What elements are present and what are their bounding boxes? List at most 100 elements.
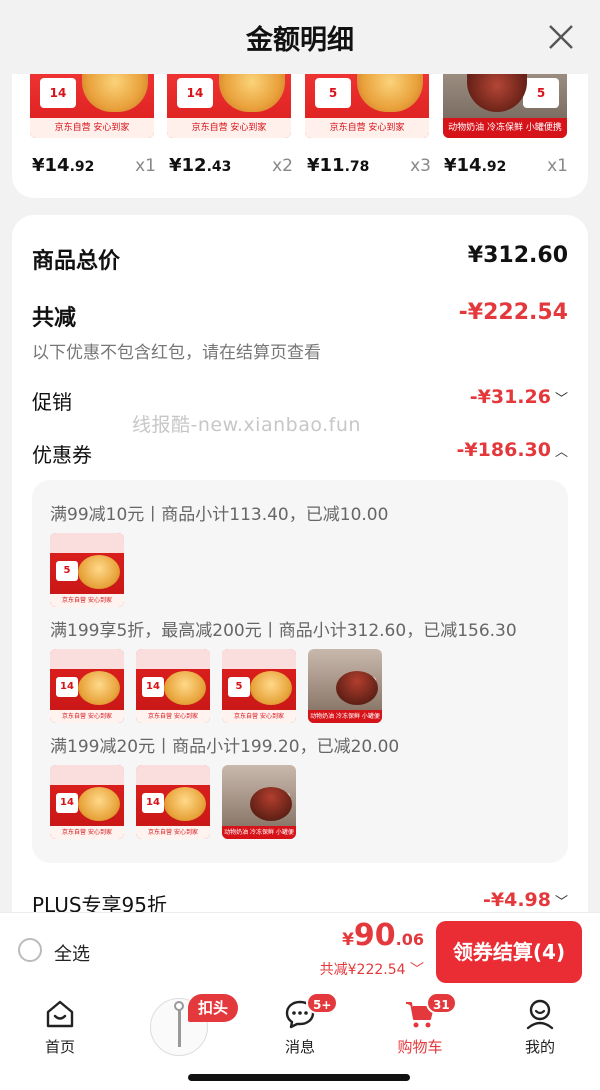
thumb-price-tag: 14: [142, 793, 164, 813]
coupon-line: 满199减20元丨商品小计199.20，已减20.00: [50, 737, 400, 757]
chevron-up-icon: ︿: [554, 445, 568, 460]
pastry-image: [219, 74, 285, 112]
coupon-product-thumb[interactable]: 14 京东自营 安心到家: [50, 765, 124, 839]
tab-home[interactable]: 首页: [0, 990, 120, 1070]
coupon-product-thumb[interactable]: 14 京东自营 安心到家: [136, 765, 210, 839]
pizza-image: [78, 555, 120, 589]
tab-label: 首页: [44, 1038, 75, 1056]
home-icon: [46, 1000, 74, 1028]
pizza-image: [357, 74, 423, 112]
product-price: ¥14.92: [32, 155, 95, 176]
thumb-price-tag: 14: [177, 78, 213, 108]
egg-tart-image: [78, 671, 120, 705]
header: 金额明细: [0, 0, 600, 74]
egg-tart-image: [82, 74, 148, 112]
product-strip: 14 京东自营 安心到家 14 京东自营 安心到家 5 京东自营 安心到家 5 …: [12, 74, 588, 198]
thumb-price-tag: 14: [142, 677, 164, 697]
checkout-button[interactable]: 领券结算(4): [436, 921, 582, 983]
thumb-strip: 动物奶油 冷冻保鲜 小罐便携: [308, 710, 382, 723]
pin-badge: 扣头: [188, 994, 239, 1022]
coupon-amount: -¥186.30 ︿: [456, 439, 568, 461]
chevron-down-icon: ﹀: [554, 895, 568, 910]
promo-label: 促销: [32, 390, 72, 414]
product-thumbnail[interactable]: 14 京东自营 安心到家: [30, 74, 154, 138]
plus-amount: -¥4.98 ﹀: [483, 889, 568, 911]
thumb-price-tag: 5: [228, 677, 250, 697]
thumb-strip: 京东自营 安心到家: [30, 118, 154, 138]
payable-price: ¥90.06: [342, 918, 424, 953]
reduce-amount: -¥222.54: [458, 300, 568, 325]
coupon-line: 满99减10元丨商品小计113.40，已减10.00: [50, 505, 389, 525]
coupon-details: 满99减10元丨商品小计113.40，已减10.00 5 京东自营 安心到家 满…: [32, 480, 568, 863]
coupon-product-thumb[interactable]: 5 京东自营 安心到家: [50, 533, 124, 607]
reduce-label: 共减: [32, 306, 77, 331]
select-all-radio[interactable]: [18, 938, 42, 962]
tab-label: 购物车: [397, 1038, 443, 1056]
thumb-price-tag: 5: [523, 78, 559, 108]
tab-me[interactable]: 我的: [480, 990, 600, 1070]
watermark: 线报酷-new.xianbao.fun: [132, 414, 361, 436]
product-thumbnail[interactable]: 5 动物奶油 冷冻保鲜 小罐便携: [443, 74, 567, 138]
page-title: 金额明细: [246, 25, 354, 56]
thumb-price-tag: 14: [56, 677, 78, 697]
product-qty: x1: [547, 156, 568, 176]
product-price-row: ¥14.92 x1: [32, 148, 156, 176]
tab-messages[interactable]: 5+ 消息: [240, 990, 360, 1070]
tab-label: 我的: [524, 1038, 555, 1056]
product-qty: x1: [135, 156, 156, 176]
coupon-product-thumb[interactable]: 5 京东自营 安心到家: [222, 649, 296, 723]
total-amount: ¥312.60: [467, 243, 568, 268]
product-price: ¥14.92: [444, 155, 507, 176]
close-icon[interactable]: [546, 22, 576, 52]
product-price-row: ¥11.78 x3: [307, 148, 431, 176]
pastry-image: [164, 787, 206, 821]
tab-label: 消息: [284, 1038, 315, 1056]
thumb-strip: 京东自营 安心到家: [167, 118, 291, 138]
cart-badge: 31: [426, 992, 457, 1014]
coupon-product-thumb[interactable]: 14 京东自营 安心到家: [136, 649, 210, 723]
product-price: ¥12.43: [169, 155, 232, 176]
pizza-image: [250, 671, 292, 705]
thumb-strip: 京东自营 安心到家: [222, 710, 296, 723]
user-icon: [526, 999, 554, 1030]
product-thumbnail[interactable]: 5 京东自营 安心到家: [305, 74, 429, 138]
product-price-row: ¥12.43 x2: [169, 148, 293, 176]
product-price: ¥11.78: [307, 155, 370, 176]
thumb-price-tag: 5: [56, 561, 78, 581]
product-qty: x3: [410, 156, 431, 176]
coupon-product-thumb[interactable]: 5 动物奶油 冷冻保鲜 小罐便携: [308, 649, 382, 723]
messages-badge: 5+: [306, 992, 339, 1014]
thumb-strip: 京东自营 安心到家: [136, 826, 210, 839]
tab-cart[interactable]: 31 购物车: [360, 990, 480, 1070]
thumb-strip: 京东自营 安心到家: [50, 826, 124, 839]
product-price-row: ¥14.92 x1: [444, 148, 568, 176]
checkout-bar: 全选 ¥90.06 共减¥222.54 ﹀ 领券结算(4): [0, 912, 600, 990]
thumb-price-tag: 14: [56, 793, 78, 813]
select-all-label[interactable]: 全选: [54, 940, 90, 966]
thumb-price-tag: 14: [40, 78, 76, 108]
chevron-down-icon: ﹀: [410, 962, 424, 978]
mousse-cake-image: [336, 671, 378, 705]
chevron-down-icon: ﹀: [554, 392, 568, 407]
thumb-strip: 京东自营 安心到家: [50, 710, 124, 723]
saved-amount[interactable]: 共减¥222.54 ﹀: [320, 959, 424, 979]
coupon-product-thumb[interactable]: 14 京东自营 安心到家: [50, 649, 124, 723]
pastry-image: [164, 671, 206, 705]
mousse-cake-image: [467, 74, 527, 112]
product-thumbnail[interactable]: 14 京东自营 安心到家: [167, 74, 291, 138]
promo-amount: -¥31.26 ﹀: [469, 386, 568, 408]
thumb-strip: 京东自营 安心到家: [136, 710, 210, 723]
price-breakdown-card: 商品总价 ¥312.60 共减 -¥222.54 以下优惠不包含红包，请在结算页…: [12, 215, 588, 935]
thumb-strip: 动物奶油 冷冻保鲜 小罐便携: [443, 118, 567, 138]
thumb-strip: 动物奶油 冷冻保鲜 小罐便携: [222, 826, 296, 839]
discount-note: 以下优惠不包含红包，请在结算页查看: [32, 343, 321, 363]
coupon-product-thumb[interactable]: 5 动物奶油 冷冻保鲜 小罐便携: [222, 765, 296, 839]
mousse-cake-image: [250, 787, 292, 821]
coupon-line: 满199享5折，最高减200元丨商品小计312.60，已减156.30: [50, 621, 517, 641]
coupon-label: 优惠券: [32, 443, 92, 467]
product-qty: x2: [272, 156, 293, 176]
pin-icon: [178, 1005, 181, 1047]
total-label: 商品总价: [32, 249, 121, 274]
thumb-price-tag: 5: [315, 78, 351, 108]
egg-tart-image: [78, 787, 120, 821]
